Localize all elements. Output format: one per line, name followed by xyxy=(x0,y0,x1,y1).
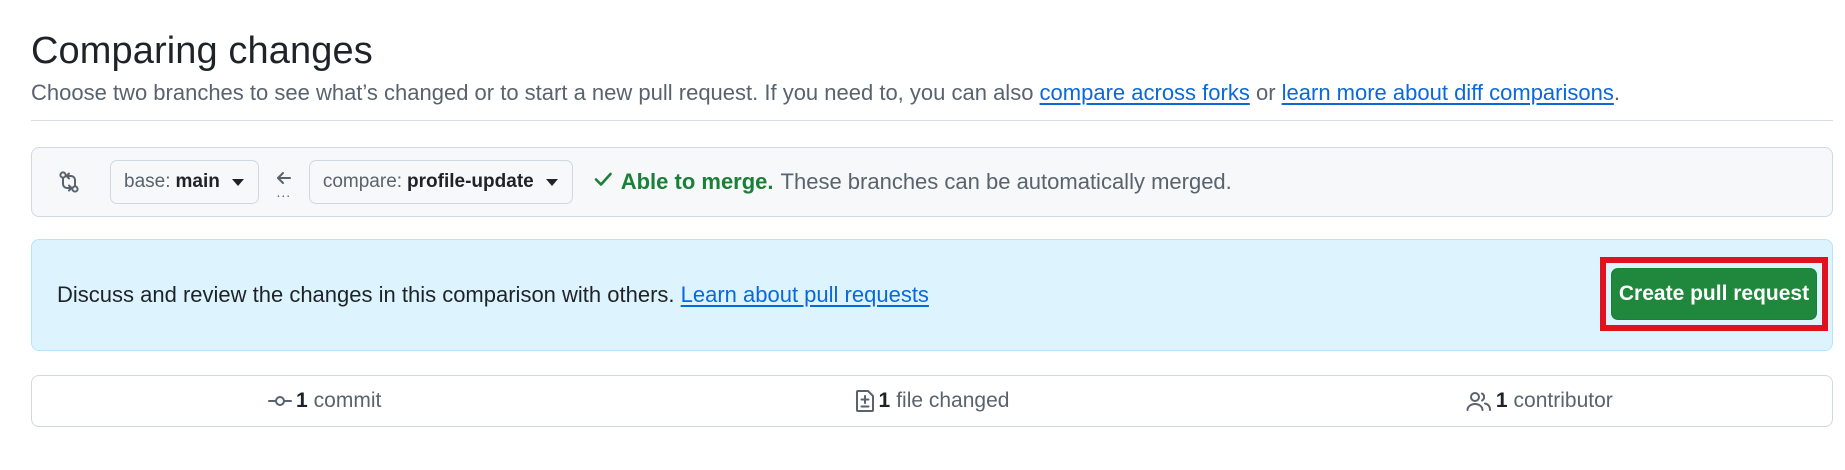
check-icon xyxy=(593,169,613,195)
stat-contributors[interactable]: 1 contributor xyxy=(1225,389,1832,413)
base-branch-key: base: xyxy=(124,171,171,192)
arrow-left-icon: ... xyxy=(259,160,309,204)
compare-branch-key: compare: xyxy=(322,171,403,192)
discuss-text: Discuss and review the changes in this c… xyxy=(57,282,929,308)
page-title: Comparing changes xyxy=(31,30,373,72)
compare-page: Comparing changes Choose two branches to… xyxy=(0,0,1845,470)
contributors-count: 1 xyxy=(1495,389,1508,412)
files-count: 1 xyxy=(878,389,891,412)
range-editor: base: main ... compare: profile-update A… xyxy=(31,147,1833,217)
subtitle-or: or xyxy=(1249,80,1282,105)
page-header: Comparing changes Choose two branches to… xyxy=(31,0,1833,121)
merge-status-ok: Able to merge. xyxy=(620,169,774,194)
git-commit-icon xyxy=(267,391,292,411)
base-branch-select[interactable]: base: main xyxy=(110,160,259,204)
learn-pull-requests-link[interactable]: Learn about pull requests xyxy=(681,282,929,307)
comparison-stats: 1 commit 1 file changed 1 contributor xyxy=(31,375,1833,427)
subtitle-end: . xyxy=(1613,80,1620,105)
compare-branch-value: profile-update xyxy=(407,171,534,192)
page-subtitle: Choose two branches to see what’s change… xyxy=(31,78,1833,108)
git-compare-icon xyxy=(56,169,82,195)
highlight-box: Create pull request xyxy=(1600,257,1828,331)
subtitle-text: Choose two branches to see what’s change… xyxy=(31,80,1040,105)
discuss-banner: Discuss and review the changes in this c… xyxy=(31,239,1833,351)
file-diff-icon xyxy=(855,389,875,413)
merge-status-description: These branches can be automatically merg… xyxy=(780,169,1232,194)
merge-status: Able to merge. These branches can be aut… xyxy=(593,169,1232,195)
stat-files[interactable]: 1 file changed xyxy=(639,389,1224,413)
diff-comparisons-link[interactable]: learn more about diff comparisons xyxy=(1282,80,1614,105)
discuss-message: Discuss and review the changes in this c… xyxy=(57,282,681,307)
compare-branch-select[interactable]: compare: profile-update xyxy=(308,160,573,204)
people-icon xyxy=(1466,391,1492,411)
triangle-down-icon xyxy=(231,178,244,186)
files-label: file changed xyxy=(896,389,1010,412)
range-dots: ... xyxy=(276,184,292,200)
commits-label: commit xyxy=(313,389,382,412)
compare-across-forks-link[interactable]: compare across forks xyxy=(1040,80,1250,105)
base-branch-value: main xyxy=(175,171,220,192)
stat-commits[interactable]: 1 commit xyxy=(32,389,639,413)
contributors-label: contributor xyxy=(1513,389,1613,412)
commits-count: 1 xyxy=(295,389,308,412)
triangle-down-icon xyxy=(545,178,558,186)
create-pull-request-button[interactable]: Create pull request xyxy=(1611,268,1817,320)
